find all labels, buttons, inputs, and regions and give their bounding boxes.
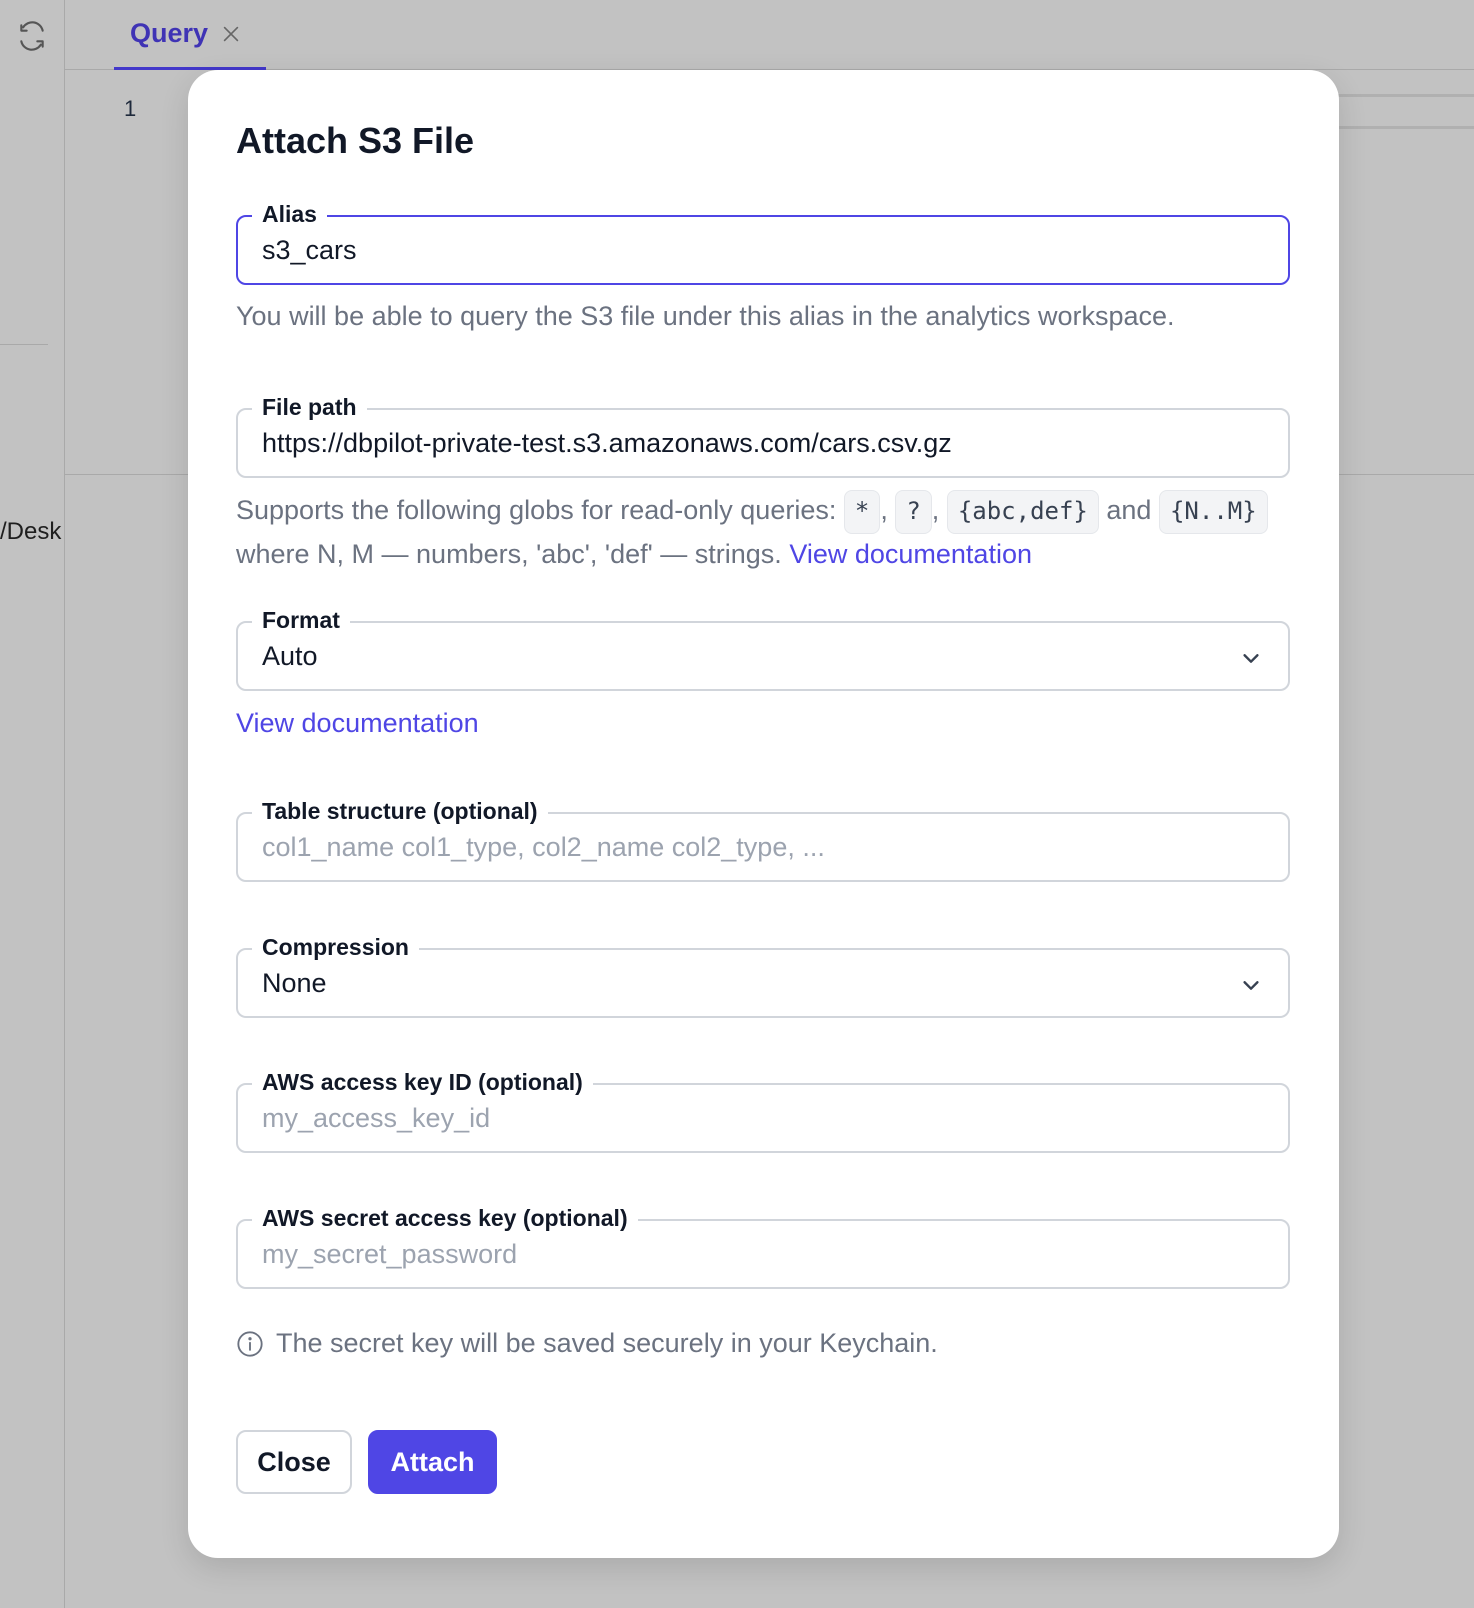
glob-chip: * — [843, 490, 881, 534]
sidebar-divider — [0, 344, 48, 345]
chevron-down-icon — [1243, 981, 1259, 990]
attach-s3-dialog: Attach S3 File Alias s3_cars You will be… — [188, 70, 1339, 1558]
close-icon[interactable] — [220, 23, 242, 45]
glob-separator: , — [931, 495, 940, 526]
format-select[interactable]: Format Auto — [236, 606, 1290, 691]
compression-selected-value: None — [262, 967, 327, 998]
tab-bar — [65, 0, 1474, 70]
format-documentation-link[interactable]: View documentation — [236, 708, 479, 739]
glob-separator: , — [880, 495, 888, 526]
alias-field[interactable]: Alias s3_cars — [236, 200, 1290, 285]
alias-help-text: You will be able to query the S3 file un… — [236, 301, 1175, 331]
file-path-field[interactable]: File path https://dbpilot-private-test.s… — [236, 393, 1290, 478]
table-structure-field[interactable]: Table structure (optional) col1_name col… — [236, 797, 1290, 882]
editor-decoration — [1338, 126, 1474, 129]
attach-button[interactable]: Attach — [368, 1430, 497, 1494]
dialog-title: Attach S3 File — [236, 120, 475, 161]
editor-line-number: 1 — [124, 96, 137, 121]
keychain-info-note: The secret key will be saved securely in… — [236, 1328, 938, 1359]
compression-select[interactable]: Compression None — [236, 933, 1290, 1018]
aws-secret-access-key-field[interactable]: AWS secret access key (optional) my_secr… — [236, 1204, 1290, 1289]
keychain-info-text: The secret key will be saved securely in… — [276, 1328, 938, 1358]
file-path-help-text: Supports the following globs for read-on… — [236, 490, 1296, 574]
aws-access-key-id-field[interactable]: AWS access key ID (optional) my_access_k… — [236, 1068, 1290, 1153]
format-selected-value: Auto — [262, 640, 318, 671]
editor-decoration — [1338, 94, 1474, 97]
glob-chip: ? — [895, 490, 932, 534]
glob-chip: {abc,def} — [946, 490, 1099, 534]
tab-query-label: Query — [130, 18, 209, 48]
sidebar-path-text: /Desk — [0, 518, 62, 545]
info-icon — [237, 1330, 263, 1357]
file-path-input[interactable]: https://dbpilot-private-test.s3.amazonaw… — [262, 410, 1228, 476]
table-structure-input[interactable]: col1_name col1_type, col2_name col2_type… — [262, 814, 1228, 880]
aws-secret-access-key-input[interactable]: my_secret_password — [262, 1221, 1228, 1287]
glob-help-prefix: Supports the following globs for read-on… — [236, 495, 837, 526]
glob-help-suffix: where N, M — numbers, 'abc', 'def' — str… — [236, 539, 782, 569]
close-button[interactable]: Close — [236, 1430, 352, 1494]
glob-documentation-link[interactable]: View documentation — [789, 539, 1032, 569]
chevron-down-icon — [1243, 654, 1259, 663]
refresh-icon[interactable] — [16, 20, 48, 52]
tab-query[interactable]: Query — [114, 0, 266, 70]
sidebar-panel: /Desk — [0, 0, 65, 1608]
glob-and-text: and — [1106, 495, 1152, 526]
alias-input[interactable]: s3_cars — [262, 217, 1228, 283]
glob-chip: {N..M} — [1158, 490, 1268, 534]
aws-access-key-id-input[interactable]: my_access_key_id — [262, 1085, 1228, 1151]
